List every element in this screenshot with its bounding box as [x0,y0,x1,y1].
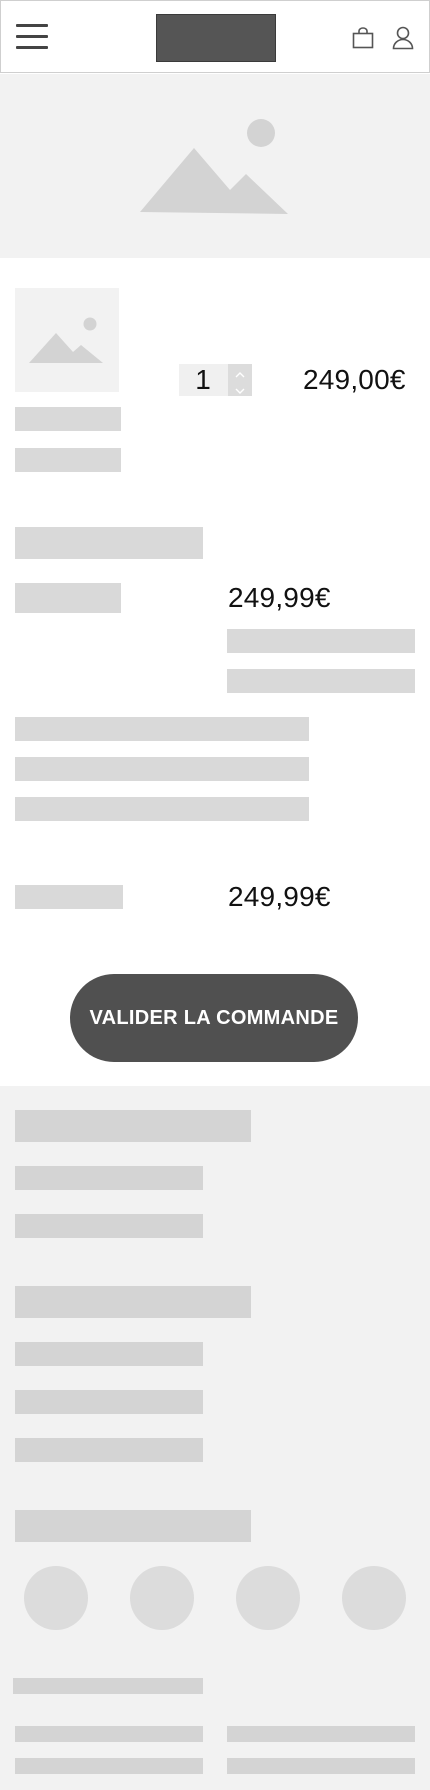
summary-heading-placeholder [15,527,203,559]
info-line-placeholder [15,757,309,781]
footer-heading-placeholder [15,1110,251,1142]
hero-banner [0,74,430,258]
footer-line-placeholder [13,1678,203,1694]
footer-heading-placeholder [15,1286,251,1318]
footer-link-placeholder[interactable] [15,1438,203,1462]
summary-line-placeholder [227,669,415,693]
checkout-button[interactable]: VALIDER LA COMMANDE [70,974,358,1062]
info-line-placeholder [15,717,309,741]
footer-link-placeholder[interactable] [15,1390,203,1414]
social-icon[interactable] [236,1566,300,1630]
product-detail-placeholder [15,448,121,472]
total-price: 249,99€ [228,881,331,912]
footer-legal-link-placeholder[interactable] [227,1758,415,1774]
subtotal-label-placeholder [15,583,121,613]
social-icon[interactable] [130,1566,194,1630]
footer-legal-link-placeholder[interactable] [227,1726,415,1742]
chevron-down-icon[interactable] [234,383,246,394]
logo[interactable] [156,14,276,62]
item-price: 249,00€ [303,364,406,395]
subtotal-price: 249,99€ [228,582,331,613]
shopping-bag-icon[interactable] [351,27,375,49]
quantity-value[interactable]: 1 [179,364,227,396]
product-thumbnail[interactable] [15,288,119,392]
image-placeholder-icon [29,316,105,364]
footer-link-placeholder[interactable] [15,1166,203,1190]
site-header [0,0,430,73]
quantity-stepper[interactable]: 1 [179,364,252,396]
chevron-up-icon[interactable] [234,367,246,378]
site-footer [0,1086,430,1790]
social-icon[interactable] [342,1566,406,1630]
footer-legal-link-placeholder[interactable] [15,1726,203,1742]
footer-link-placeholder[interactable] [15,1214,203,1238]
footer-link-placeholder[interactable] [15,1342,203,1366]
product-name-placeholder [15,407,121,431]
stepper-arrows [228,364,252,396]
hamburger-menu-icon[interactable] [16,23,48,49]
summary-line-placeholder [227,629,415,653]
footer-legal-link-placeholder[interactable] [15,1758,203,1774]
info-line-placeholder [15,797,309,821]
image-placeholder-icon [138,118,290,214]
social-icon[interactable] [24,1566,88,1630]
total-label-placeholder [15,885,123,909]
user-icon[interactable] [392,26,414,50]
footer-heading-placeholder [15,1510,251,1542]
